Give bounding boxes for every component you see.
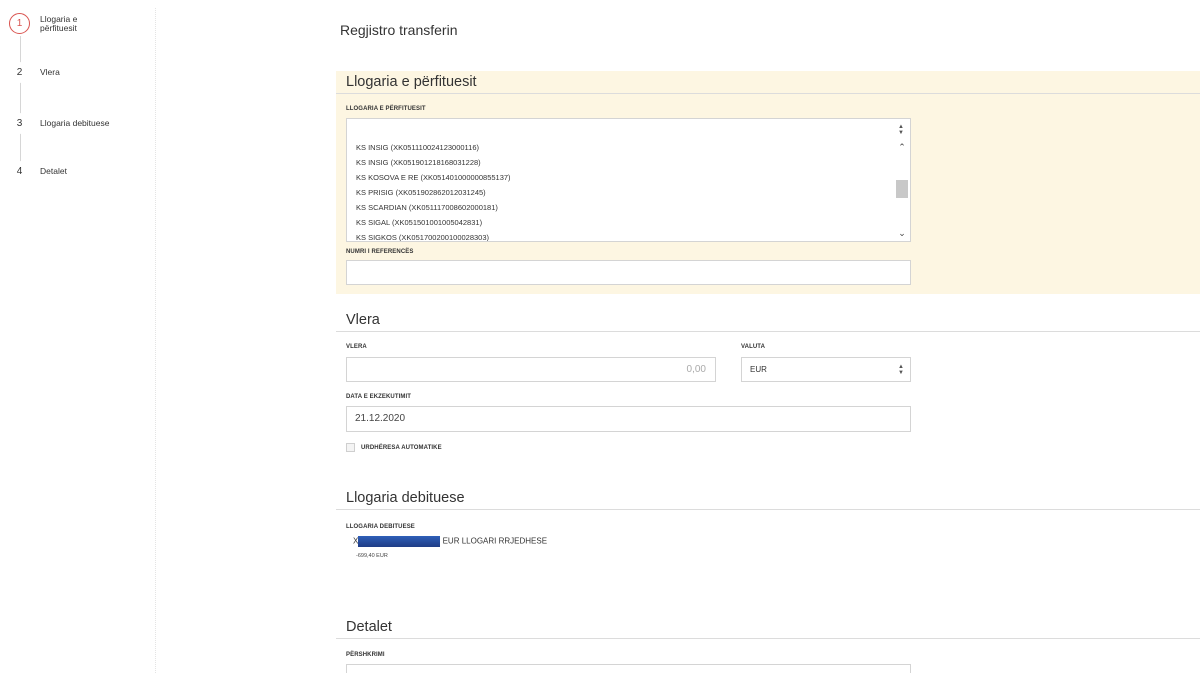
dropdown-scrollbar[interactable]: ⌃ ⌄ [894, 140, 910, 241]
step-4[interactable]: 4 Detalet [9, 161, 100, 182]
execution-date-value: 21.12.2020 [355, 413, 406, 424]
dropdown-option[interactable]: KS INSIG (XK051110024123000116) [347, 140, 910, 155]
progress-stepper: 1 Llogaria e përfituesit 2 Vlera 3 Lloga… [0, 0, 156, 673]
step-3[interactable]: 3 Llogaria debituese [9, 113, 130, 134]
beneficiary-account-select[interactable]: ▲ ▼ [346, 118, 911, 142]
step-label: Detalet [40, 166, 67, 176]
currency-select[interactable]: EUR ▲ ▼ [741, 357, 911, 382]
beneficiary-account-label: LLOGARIA E PËRFITUESIT [346, 106, 426, 112]
page-title: Regjistro transferin [340, 22, 458, 38]
step-number: 1 [9, 13, 30, 34]
dropdown-option[interactable]: KS PRISIG (XK051902862012031245) [347, 185, 910, 200]
step-number: 2 [9, 62, 30, 83]
debit-account-type: EUR LLOGARI RRJEDHESE [442, 536, 548, 546]
step-label: Vlera [40, 67, 60, 77]
beneficiary-account-dropdown[interactable]: KS INSIG (XK051110024123000116) KS INSIG… [346, 140, 911, 242]
step-2[interactable]: 2 Vlera [9, 62, 100, 83]
sidebar-divider [155, 8, 156, 673]
automatic-order-checkbox[interactable] [346, 443, 355, 452]
scroll-down-icon[interactable]: ⌄ [894, 228, 910, 239]
automatic-order-label: URDHËRESA AUTOMATIKE [361, 445, 442, 451]
dropdown-option[interactable]: KS KOSOVA E RE (XK051401000000855137) [347, 170, 910, 185]
debit-account-row[interactable]: X EUR LLOGARI RRJEDHESE [353, 536, 547, 547]
description-input[interactable] [346, 664, 911, 673]
dropdown-option[interactable]: KS INSIG (XK051901218168031228) [347, 155, 910, 170]
step-number: 4 [9, 161, 30, 182]
currency-value: EUR [750, 365, 767, 374]
amount-input[interactable]: 0,00 [346, 357, 716, 382]
dropdown-option[interactable]: KS SIGKOS (XK051700200100028303) [347, 230, 910, 241]
redacted-account-number [358, 536, 441, 547]
section-heading: Llogaria debituese [336, 487, 1200, 510]
scroll-thumb[interactable] [896, 180, 908, 198]
step-label: Llogaria e përfituesit [40, 13, 78, 33]
dropdown-option[interactable]: KS SCARDIAN (XK051117008602000181) [347, 200, 910, 215]
select-arrow-icon: ▲ ▼ [898, 363, 904, 376]
details-section: Detalet [336, 616, 1200, 639]
currency-label: VALUTA [741, 344, 766, 350]
select-arrow-icon: ▲ ▼ [898, 124, 904, 136]
step-1[interactable]: 1 Llogaria e përfituesit [9, 13, 100, 34]
step-number: 3 [9, 113, 30, 134]
amount-label: VLERA [346, 344, 367, 350]
debit-section: Llogaria debituese [336, 487, 1200, 510]
debit-balance: -699,40 EUR [356, 553, 388, 559]
dropdown-option[interactable]: KS SIGAL (XK051501001005042831) [347, 215, 910, 230]
description-label: PËRSHKRIMI [346, 652, 385, 658]
execution-date-input[interactable]: 21.12.2020 [346, 406, 911, 432]
reference-input[interactable] [346, 260, 911, 285]
step-label: Llogaria debituese [40, 118, 110, 128]
stepper-line [20, 36, 21, 170]
execution-date-label: DATA E EKZEKUTIMIT [346, 394, 412, 400]
section-heading: Detalet [336, 616, 1200, 639]
amount-placeholder: 0,00 [686, 364, 706, 375]
scroll-up-icon[interactable]: ⌃ [894, 142, 910, 153]
reference-label: NUMRI I REFERENCËS [346, 249, 414, 255]
section-heading: Vlera [336, 309, 1200, 332]
amount-section: Vlera [336, 309, 1200, 332]
section-heading: Llogaria e përfituesit [336, 71, 1200, 94]
debit-account-label: LLOGARIA DEBITUESE [346, 524, 415, 530]
